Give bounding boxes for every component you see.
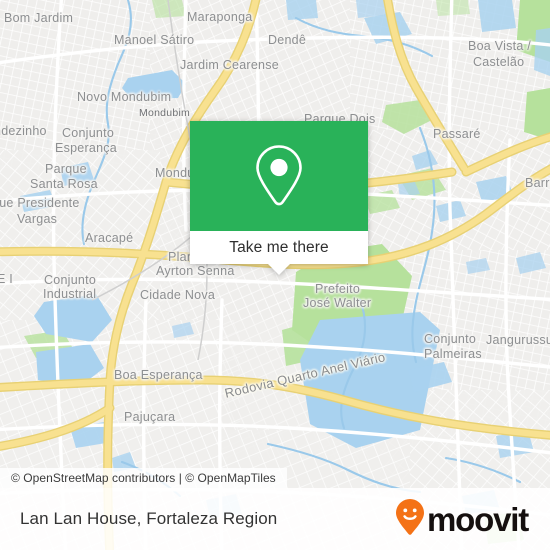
map-label: E I [0,272,14,286]
map-label: Boa Esperança [114,368,203,382]
map-label: Mondu [155,166,195,180]
map-label: Bom Jardim [4,11,74,25]
moovit-wordmark: moovit [427,500,529,538]
moovit-map-screen: Bom Jardim Maraponga Manoel Sátiro Dendê Boa… [0,0,550,550]
map-label: ndezinho [0,124,47,138]
place-name-label: Lan Lan House, Fortaleza Region [20,509,278,528]
map-label: Prefeito [315,282,361,296]
map-label: Castelão [473,55,525,69]
map-label: Conjunto [62,126,115,140]
place-popup-card[interactable]: Take me there [190,121,368,275]
map-label: Pajuçara [124,410,176,424]
map-label: Santa Rosa [30,177,98,191]
map-label: José Walter [303,296,372,310]
map-label: Conjunto [424,332,477,346]
moovit-pin-icon [395,498,425,541]
map-label: Jardim Cearense [180,58,279,72]
map-label: Maraponga [187,10,253,24]
map-label: Vargas [17,212,58,226]
map-label: Jangurussu [486,333,550,347]
map-label: Ayrton Senna [156,264,235,278]
map-label: Palmeiras [424,347,482,361]
map-label: Conjunto [44,273,97,287]
popup-pointer-tail [268,264,290,275]
attribution-text[interactable]: © OpenStreetMap contributors | © OpenMap… [11,471,276,485]
map-label: Manoel Sátiro [114,33,195,47]
map-label: Boa Vista / [468,39,531,53]
take-me-there-button[interactable]: Take me there [190,231,368,264]
map-pin-icon [254,143,304,209]
map-attribution-bar: © OpenStreetMap contributors | © OpenMap… [0,468,287,488]
take-me-there-label: Take me there [229,238,329,256]
map-label: que Presidente [0,196,80,210]
map-label: Industrial [43,287,97,301]
map-label: Parque [45,162,87,176]
map-label: Passaré [433,127,481,141]
popup-image [190,121,368,231]
map-label: Aracapé [85,231,134,245]
map-label: Novo Mondubim [77,90,172,104]
map-label: Cidade Nova [140,288,216,302]
map-label: Dendê [268,33,307,47]
map-label: Esperança [55,141,118,155]
footer-bar: Lan Lan House, Fortaleza Region moovit [0,488,550,550]
moovit-logo[interactable]: moovit [395,498,529,541]
map-label: Barro [525,176,550,190]
map-label: Mondubim [139,107,191,119]
